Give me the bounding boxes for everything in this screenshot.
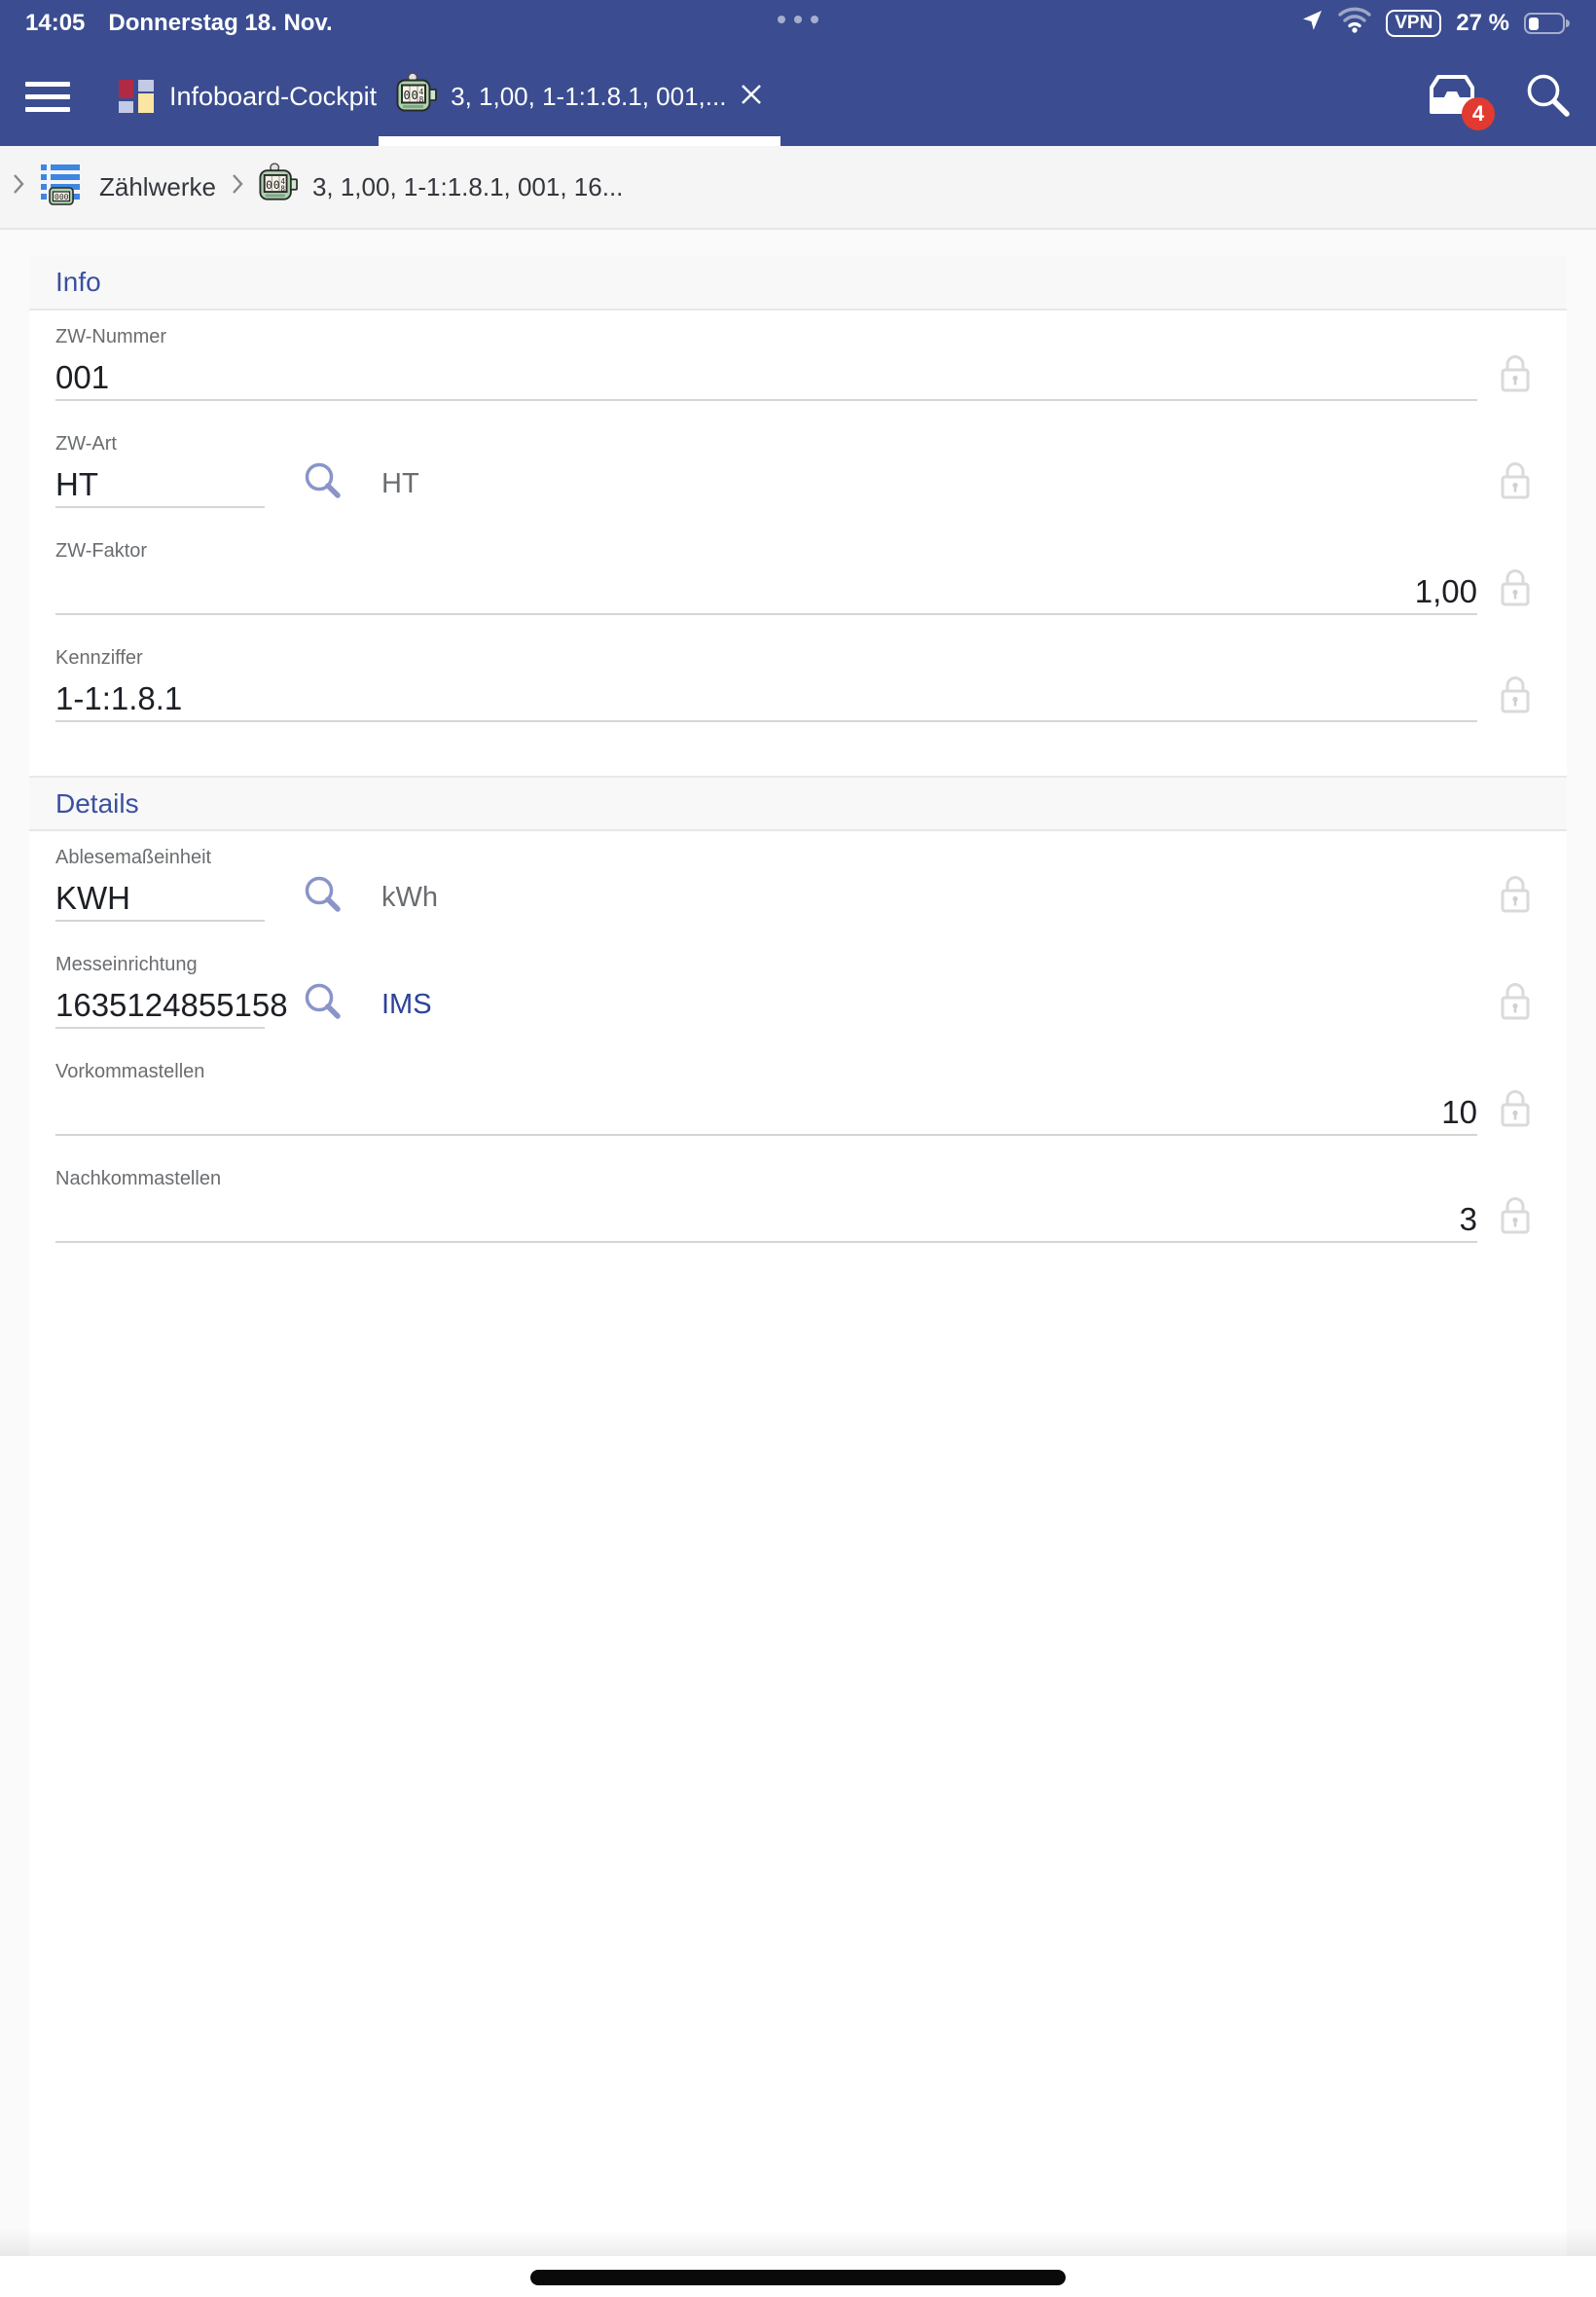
lock-icon [1499, 874, 1532, 920]
svg-text:8: 8 [280, 184, 285, 193]
field-value: HT [55, 463, 98, 506]
breadcrumb-zaehlwerke[interactable]: Zählwerke [99, 172, 216, 202]
section-header-info: Info [29, 255, 1567, 310]
field-description-link[interactable]: IMS [381, 989, 432, 1021]
svg-text:0: 0 [273, 177, 280, 191]
page-content: Info ZW-Nummer 001 [0, 230, 1596, 2297]
field-label: ZW-Faktor [55, 539, 1477, 563]
field-label: Ablesemaßeinheit [55, 846, 1477, 869]
lock-icon [1499, 353, 1532, 399]
zw-art-input[interactable]: HT [55, 461, 265, 508]
section-title: Info [55, 267, 101, 298]
field-value: 1-1:1.8.1 [55, 677, 182, 720]
lock-icon [1499, 1088, 1532, 1134]
battery-percent: 27 % [1456, 10, 1509, 37]
breadcrumb: 000 Zählwerke 0 0 4 8 3, 1,00, 1-1:1.8.1… [0, 146, 1596, 230]
svg-text:8: 8 [419, 95, 424, 104]
field-zw-art: ZW-Art HT HT [29, 401, 1567, 508]
svg-text:000: 000 [54, 193, 69, 201]
field-description: kWh [381, 882, 438, 914]
field-messeinrichtung: Messeinrichtung 1635124855158 IMS [29, 922, 1567, 1029]
register-list-icon: 000 [40, 162, 85, 213]
field-label: ZW-Art [55, 432, 1477, 456]
location-arrow-icon [1300, 9, 1324, 39]
kennziffer-input[interactable]: 1-1:1.8.1 [55, 675, 1477, 722]
home-indicator[interactable] [530, 2270, 1066, 2285]
ablesemasseinheit-input[interactable]: KWH [55, 875, 265, 922]
field-value: KWH [55, 877, 130, 920]
field-label: Messeinrichtung [55, 953, 1477, 976]
field-zw-nummer: ZW-Nummer 001 [29, 310, 1567, 401]
field-value: 001 [55, 356, 109, 399]
value-help-icon[interactable] [304, 876, 343, 920]
field-zw-faktor: ZW-Faktor 1,00 [29, 508, 1567, 615]
svg-text:0: 0 [404, 89, 411, 102]
chevron-right-icon [12, 172, 25, 202]
hamburger-menu-icon[interactable] [25, 82, 70, 112]
multitask-dots-icon[interactable] [778, 16, 818, 23]
zw-nummer-input[interactable]: 001 [55, 354, 1477, 401]
wifi-icon [1338, 7, 1371, 40]
nav-bar: Infoboard-Cockpit 0 0 4 8 [0, 47, 1596, 146]
svg-text:0: 0 [412, 89, 418, 102]
value-help-icon[interactable] [304, 983, 343, 1027]
app-logo[interactable] [119, 80, 154, 113]
search-button[interactable] [1524, 71, 1571, 123]
chevron-right-icon [231, 172, 244, 202]
field-label: Vorkommastellen [55, 1060, 1477, 1083]
lock-icon [1499, 1195, 1532, 1241]
vorkommastellen-input[interactable]: 10 [55, 1089, 1477, 1136]
lock-icon [1499, 675, 1532, 720]
app-screen: 14:05 Donnerstag 18. Nov. VPN 27 % [0, 0, 1596, 2297]
field-label: ZW-Nummer [55, 325, 1477, 348]
counter-icon: 0 0 4 8 [396, 72, 437, 122]
battery-icon [1524, 13, 1565, 34]
lock-icon [1499, 981, 1532, 1027]
field-ablesemasseinheit: Ablesemaßeinheit KWH kWh [29, 831, 1567, 922]
bottom-bar [0, 2256, 1596, 2297]
inbox-badge: 4 [1462, 97, 1495, 130]
field-label: Nachkommastellen [55, 1167, 1477, 1190]
messeinrichtung-input[interactable]: 1635124855158 [55, 982, 265, 1029]
breadcrumb-current: 3, 1,00, 1-1:1.8.1, 001, 16... [312, 172, 623, 202]
active-tab-indicator [379, 136, 780, 146]
status-left: 14:05 Donnerstag 18. Nov. [25, 10, 333, 37]
nachkommastellen-input[interactable]: 3 [55, 1196, 1477, 1243]
field-value: 10 [1441, 1091, 1477, 1134]
field-label: Kennziffer [55, 646, 1477, 670]
nav-actions: 4 [1425, 71, 1571, 123]
field-value: 1635124855158 [55, 984, 288, 1027]
tab-zaehlwerk[interactable]: 0 0 4 8 3, 1,00, 1-1:1.8.1, 001,... [379, 47, 780, 146]
section-header-details: Details [29, 776, 1567, 831]
field-value: 3 [1460, 1198, 1477, 1241]
status-date: Donnerstag 18. Nov. [108, 10, 332, 37]
field-kennziffer: Kennziffer 1-1:1.8.1 [29, 615, 1567, 722]
status-right: VPN 27 % [1300, 7, 1571, 40]
field-description: HT [381, 468, 419, 500]
status-bar: 14:05 Donnerstag 18. Nov. VPN 27 % [0, 0, 1596, 47]
section-title: Details [55, 788, 139, 820]
field-value: 1,00 [1415, 570, 1477, 613]
app-title: Infoboard-Cockpit [169, 82, 377, 112]
lock-icon [1499, 567, 1532, 613]
detail-form-card: Info ZW-Nummer 001 [29, 255, 1567, 2256]
svg-text:0: 0 [266, 177, 272, 191]
value-help-icon[interactable] [304, 462, 343, 506]
lock-icon [1499, 460, 1532, 506]
vpn-badge: VPN [1386, 10, 1441, 37]
search-icon [1524, 71, 1571, 118]
tab-label: 3, 1,00, 1-1:1.8.1, 001,... [451, 82, 726, 112]
counter-icon: 0 0 4 8 [259, 163, 298, 212]
status-time: 14:05 [25, 10, 85, 37]
zw-faktor-input[interactable]: 1,00 [55, 568, 1477, 615]
tab-close-icon[interactable] [740, 83, 763, 111]
inbox-button[interactable]: 4 [1425, 73, 1479, 121]
field-vorkommastellen: Vorkommastellen 10 [29, 1029, 1567, 1136]
field-nachkommastellen: Nachkommastellen 3 [29, 1136, 1567, 1243]
app-header: 14:05 Donnerstag 18. Nov. VPN 27 % [0, 0, 1596, 146]
